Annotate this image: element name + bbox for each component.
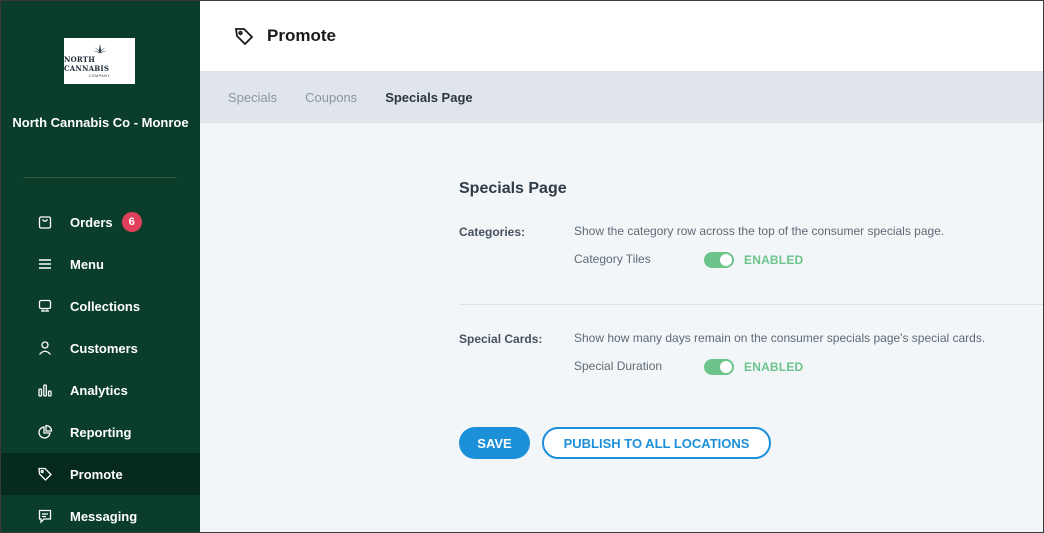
sidebar: NORTH CANNABIS COMPANY North Cannabis Co…	[1, 1, 200, 532]
tab-specials[interactable]: Specials	[228, 90, 277, 105]
section-divider	[459, 304, 1043, 305]
page-title: Promote	[267, 26, 336, 45]
categories-label: Categories:	[459, 225, 526, 239]
pie-chart-icon	[37, 424, 53, 440]
main-content: Specials Page Categories: Show the categ…	[200, 123, 1043, 532]
categories-description: Show the category row across the top of …	[574, 224, 945, 238]
publish-to-all-locations-button[interactable]: PUBLISH TO ALL LOCATIONS	[542, 427, 771, 459]
toggle-knob	[720, 254, 732, 266]
sidebar-nav: Orders 6 Menu Collections Customers Anal…	[1, 201, 200, 532]
sidebar-item-collections[interactable]: Collections	[1, 285, 200, 327]
sidebar-item-customers[interactable]: Customers	[1, 327, 200, 369]
sidebar-item-label: Reporting	[70, 424, 132, 440]
sidebar-item-label: Messaging	[70, 508, 138, 524]
sidebar-item-reporting[interactable]: Reporting	[1, 411, 200, 453]
sidebar-item-label: Collections	[70, 298, 141, 314]
collections-icon	[37, 298, 53, 314]
page-header: Promote	[200, 1, 1043, 72]
logo-brand-text: NORTH CANNABIS	[64, 55, 110, 73]
save-button[interactable]: SAVE	[459, 427, 530, 459]
special-cards-description: Show how many days remain on the consume…	[574, 331, 986, 345]
orders-count-badge: 6	[121, 212, 142, 232]
tag-icon	[37, 466, 53, 482]
category-tiles-status: ENABLED	[744, 253, 804, 267]
message-icon	[37, 508, 53, 524]
bar-chart-icon	[37, 382, 53, 398]
sidebar-item-label: Promote	[70, 466, 123, 482]
menu-icon	[37, 256, 53, 272]
special-cards-label: Special Cards:	[459, 332, 543, 346]
tab-specials-page[interactable]: Specials Page	[385, 90, 472, 105]
sidebar-item-menu[interactable]: Menu	[1, 243, 200, 285]
tab-bar: Specials Coupons Specials Page	[200, 72, 1043, 123]
sidebar-divider	[23, 177, 177, 178]
tab-coupons[interactable]: Coupons	[305, 90, 357, 105]
category-tiles-toggle[interactable]	[704, 252, 734, 268]
cannabis-leaf-icon	[92, 44, 107, 54]
sidebar-item-messaging[interactable]: Messaging	[1, 495, 200, 532]
tag-icon	[233, 25, 255, 47]
special-duration-label: Special Duration	[574, 359, 663, 373]
store-logo[interactable]: NORTH CANNABIS COMPANY	[64, 38, 135, 84]
sidebar-item-analytics[interactable]: Analytics	[1, 369, 200, 411]
sidebar-item-label: Customers	[70, 340, 138, 356]
special-duration-status: ENABLED	[744, 360, 804, 374]
special-duration-toggle[interactable]	[704, 359, 734, 375]
sidebar-item-promote[interactable]: Promote	[1, 453, 200, 495]
app-window: NORTH CANNABIS COMPANY North Cannabis Co…	[0, 0, 1044, 533]
store-name: North Cannabis Co - Monroe	[12, 115, 189, 130]
toggle-knob	[720, 361, 732, 373]
logo-sub-text: COMPANY	[88, 74, 111, 78]
bag-icon	[37, 214, 53, 230]
category-tiles-label: Category Tiles	[574, 252, 651, 266]
user-icon	[37, 340, 53, 356]
sidebar-item-label: Analytics	[70, 382, 128, 398]
sidebar-item-orders[interactable]: Orders 6	[1, 201, 200, 243]
sidebar-item-label: Orders	[70, 214, 113, 230]
sidebar-item-label: Menu	[70, 256, 104, 272]
section-title: Specials Page	[459, 180, 567, 197]
